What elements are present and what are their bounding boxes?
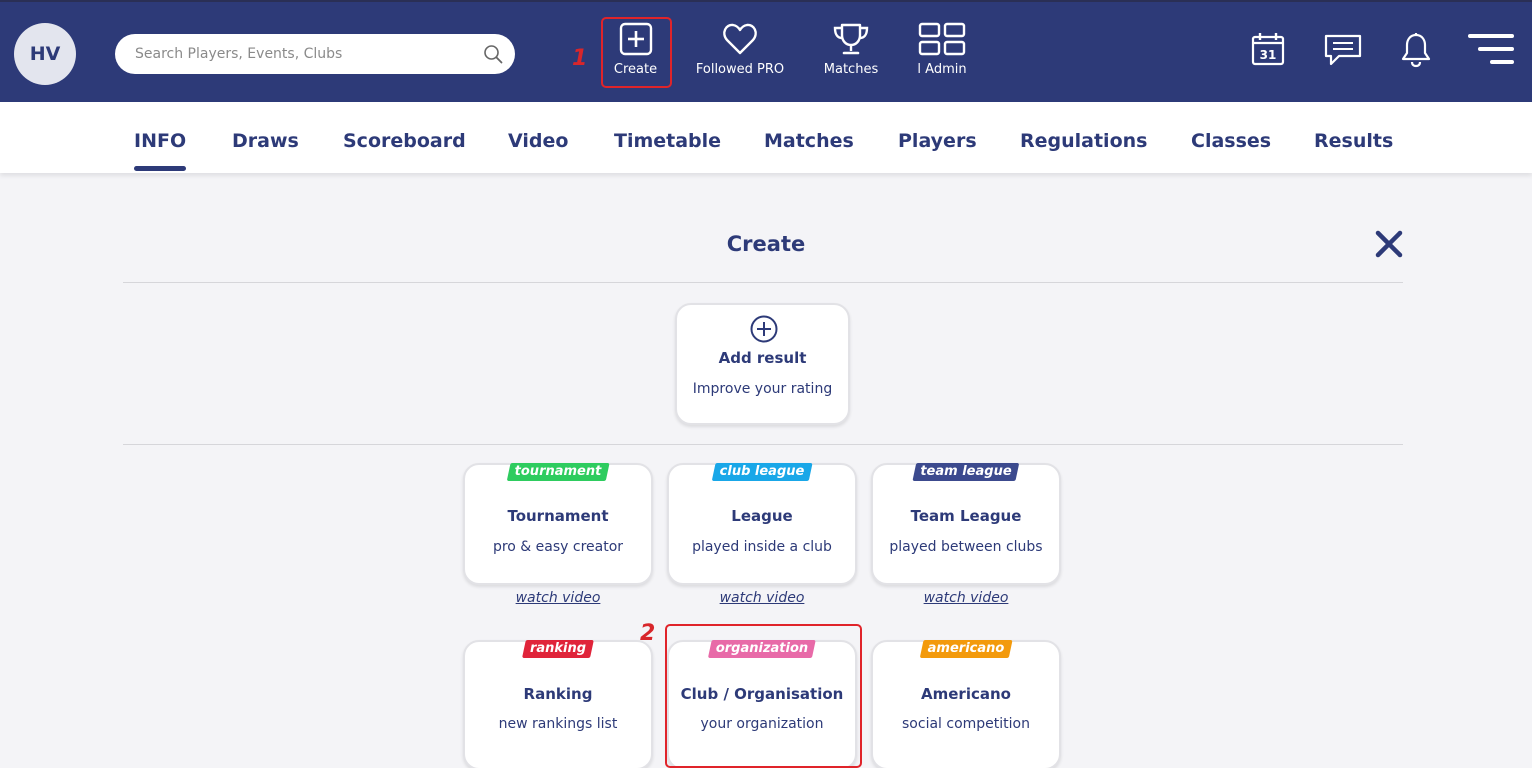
search-input[interactable] [135,34,475,74]
ranking-card[interactable]: ranking Ranking new rankings list [463,640,653,768]
ranking-subtitle: new rankings list [498,716,618,732]
matches-label: Matches [823,62,879,77]
league-card[interactable]: club league League played inside a club [667,463,857,585]
tab-classes[interactable]: Classes [1191,130,1271,152]
tab-regulations[interactable]: Regulations [1020,130,1147,152]
ranking-title: Ranking [523,685,593,703]
chat-icon [1324,34,1362,66]
menu-icon [1468,34,1514,64]
tab-matches[interactable]: Matches [764,130,854,152]
league-watch-video-link[interactable]: watch video [667,590,857,606]
americano-card[interactable]: americano Americano social competition [871,640,1061,768]
followed-pro-label: Followed PRO [695,62,785,77]
notifications-button[interactable] [1400,32,1432,72]
trophy-icon [833,23,869,55]
search-bar[interactable] [115,34,515,74]
tab-scoreboard[interactable]: Scoreboard [343,130,466,152]
calendar-day: 31 [1260,48,1277,62]
ranking-tag: ranking [522,640,594,658]
tournament-subtitle: pro & easy creator [492,539,624,555]
tab-draws[interactable]: Draws [232,130,299,152]
tab-video[interactable]: Video [508,130,568,152]
americano-subtitle: social competition [902,716,1030,732]
grid-icon [918,22,966,56]
tournament-watch-video-link[interactable]: watch video [463,590,653,606]
team-league-watch-video-link[interactable]: watch video [871,590,1061,606]
tournament-card[interactable]: tournament Tournament pro & easy creator [463,463,653,585]
team-league-card[interactable]: team league Team League played between c… [871,463,1061,585]
tournament-title: Tournament [507,507,609,525]
team-league-title: Team League [910,507,1022,525]
top-navbar: HV 1 Create Followed PRO Matches [0,0,1532,102]
divider [123,282,1403,283]
menu-button[interactable] [1468,32,1514,70]
admin-button[interactable]: l Admin [910,16,974,90]
create-label: Create [613,62,658,77]
club-organisation-highlight-box [665,624,862,768]
add-result-subtitle: Improve your rating [692,381,833,397]
americano-title: Americano [921,685,1011,703]
tab-players[interactable]: Players [898,130,977,152]
tournament-tag: tournament [506,463,610,481]
league-tag: club league [711,463,813,481]
add-result-card[interactable]: Add result Improve your rating [675,303,850,425]
team-league-subtitle: played between clubs [889,539,1043,555]
create-panel-title: Create [726,232,806,256]
close-icon[interactable] [1374,229,1404,259]
tab-timetable[interactable]: Timetable [614,130,721,152]
bell-icon [1401,33,1431,68]
event-tabs: INFO Draws Scoreboard Video Timetable Ma… [0,102,1532,173]
create-button[interactable]: Create [602,16,669,90]
annotation-marker-1: 1 [572,46,588,71]
league-subtitle: played inside a club [692,539,832,555]
add-result-title: Add result [718,349,807,367]
followed-pro-button[interactable]: Followed PRO [690,16,790,90]
active-tab-indicator [134,166,186,171]
heart-icon [723,23,757,55]
calendar-icon: 31 [1251,33,1285,66]
team-league-tag: team league [912,463,1020,481]
annotation-marker-2: 2 [640,621,656,646]
messages-button[interactable] [1323,33,1363,71]
avatar[interactable]: HV [14,23,76,85]
tab-info[interactable]: INFO [134,130,186,152]
plus-square-icon [619,22,652,56]
divider [123,444,1403,445]
tab-results[interactable]: Results [1314,130,1393,152]
admin-label: l Admin [917,62,967,77]
calendar-button[interactable]: 31 [1251,32,1285,70]
americano-tag: americano [919,640,1013,658]
plus-circle-icon [750,315,778,343]
league-title: League [731,507,793,525]
search-icon[interactable] [483,44,503,64]
matches-button[interactable]: Matches [816,16,886,90]
